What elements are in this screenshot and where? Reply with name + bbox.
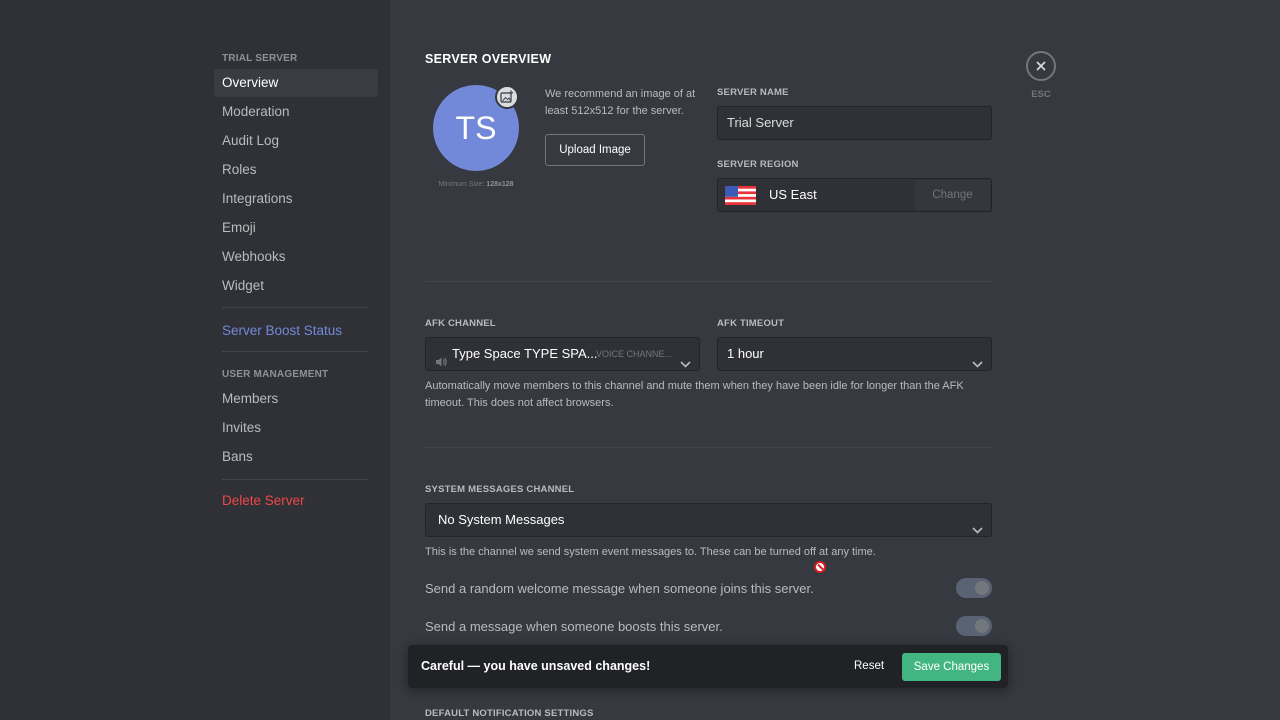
chevron-down-icon bbox=[972, 515, 983, 547]
server-heading: TRIAL SERVER bbox=[222, 53, 298, 64]
sidebar-item-bans[interactable]: Bans bbox=[214, 443, 378, 471]
server-name-label: SERVER NAME bbox=[717, 87, 789, 98]
sidebar-item-invites[interactable]: Invites bbox=[214, 414, 378, 442]
save-changes-button[interactable]: Save Changes bbox=[902, 653, 1001, 681]
section-divider bbox=[425, 447, 992, 448]
esc-label: ESC bbox=[1031, 89, 1051, 100]
afk-timeout-select[interactable]: 1 hour bbox=[717, 337, 992, 371]
sidebar-item-server-boost-status[interactable]: Server Boost Status bbox=[214, 317, 378, 345]
sidebar-item-integrations[interactable]: Integrations bbox=[214, 185, 378, 213]
afk-timeout-label: AFK TIMEOUT bbox=[717, 318, 785, 329]
system-messages-channel-select[interactable]: No System Messages bbox=[425, 503, 992, 537]
settings-content: SERVER OVERVIEW TS Minimum Size: 128x128… bbox=[425, 0, 992, 720]
toggle-knob bbox=[975, 619, 989, 633]
sidebar-item-moderation[interactable]: Moderation bbox=[214, 98, 378, 126]
speaker-icon bbox=[435, 348, 448, 380]
server-name-input[interactable]: Trial Server bbox=[717, 106, 992, 140]
reset-button[interactable]: Reset bbox=[854, 645, 884, 688]
unsaved-changes-bar: Careful — you have unsaved changes! Rese… bbox=[408, 645, 1008, 688]
image-recommendation: We recommend an image of at least 512x51… bbox=[545, 88, 696, 117]
settings-sidebar: TRIAL SERVER Overview Moderation Audit L… bbox=[0, 0, 390, 720]
add-image-icon[interactable] bbox=[495, 85, 519, 109]
min-size-label: Minimum Size: bbox=[438, 181, 485, 188]
section-divider bbox=[425, 281, 992, 282]
sidebar-divider bbox=[222, 307, 368, 308]
toggle-knob bbox=[975, 581, 989, 595]
sidebar-item-widget[interactable]: Widget bbox=[214, 272, 378, 300]
system-messages-help-text: This is the channel we send system event… bbox=[425, 546, 876, 558]
afk-channel-select[interactable]: Type Space TYPE SPA... VOICE CHANNE... bbox=[425, 337, 700, 371]
server-region-field: US East Change bbox=[717, 178, 992, 212]
unsaved-changes-message: Careful — you have unsaved changes! bbox=[421, 659, 651, 673]
welcome-message-toggle-label: Send a random welcome message when someo… bbox=[425, 581, 814, 596]
sidebar-item-audit-log[interactable]: Audit Log bbox=[214, 127, 378, 155]
afk-help-text: Automatically move members to this chann… bbox=[425, 380, 964, 409]
not-allowed-cursor-icon bbox=[814, 561, 826, 573]
close-icon[interactable] bbox=[1026, 51, 1056, 81]
afk-channel-label: AFK CHANNEL bbox=[425, 318, 496, 329]
sidebar-item-webhooks[interactable]: Webhooks bbox=[214, 243, 378, 271]
minimum-size-note: Minimum Size: 128x128 bbox=[433, 181, 519, 188]
chevron-down-icon bbox=[680, 349, 691, 381]
boost-message-toggle[interactable] bbox=[956, 616, 992, 636]
system-messages-channel-label: SYSTEM MESSAGES CHANNEL bbox=[425, 484, 575, 495]
welcome-message-toggle[interactable] bbox=[956, 578, 992, 598]
user-management-heading: USER MANAGEMENT bbox=[222, 369, 329, 380]
sidebar-item-members[interactable]: Members bbox=[214, 385, 378, 413]
server-region-value: US East bbox=[769, 187, 817, 202]
sidebar-item-delete-server[interactable]: Delete Server bbox=[214, 487, 378, 515]
boost-message-toggle-label: Send a message when someone boosts this … bbox=[425, 619, 723, 634]
page-title: SERVER OVERVIEW bbox=[425, 52, 552, 66]
afk-timeout-value: 1 hour bbox=[727, 346, 764, 361]
sidebar-item-roles[interactable]: Roles bbox=[214, 156, 378, 184]
us-flag-icon bbox=[725, 186, 756, 205]
upload-image-button[interactable]: Upload Image bbox=[545, 134, 645, 166]
change-region-button[interactable]: Change bbox=[915, 180, 990, 210]
chevron-down-icon bbox=[972, 349, 983, 381]
afk-channel-value: Type Space TYPE SPA... bbox=[452, 346, 598, 361]
sidebar-divider bbox=[222, 479, 368, 480]
server-region-label: SERVER REGION bbox=[717, 159, 799, 170]
sidebar-item-overview[interactable]: Overview bbox=[214, 69, 378, 97]
afk-channel-category: VOICE CHANNE... bbox=[596, 349, 673, 359]
sidebar-divider bbox=[222, 351, 368, 352]
sidebar-item-emoji[interactable]: Emoji bbox=[214, 214, 378, 242]
min-size-value: 128x128 bbox=[486, 181, 514, 188]
system-messages-channel-value: No System Messages bbox=[438, 512, 565, 527]
default-notification-settings-label: DEFAULT NOTIFICATION SETTINGS bbox=[425, 708, 594, 719]
